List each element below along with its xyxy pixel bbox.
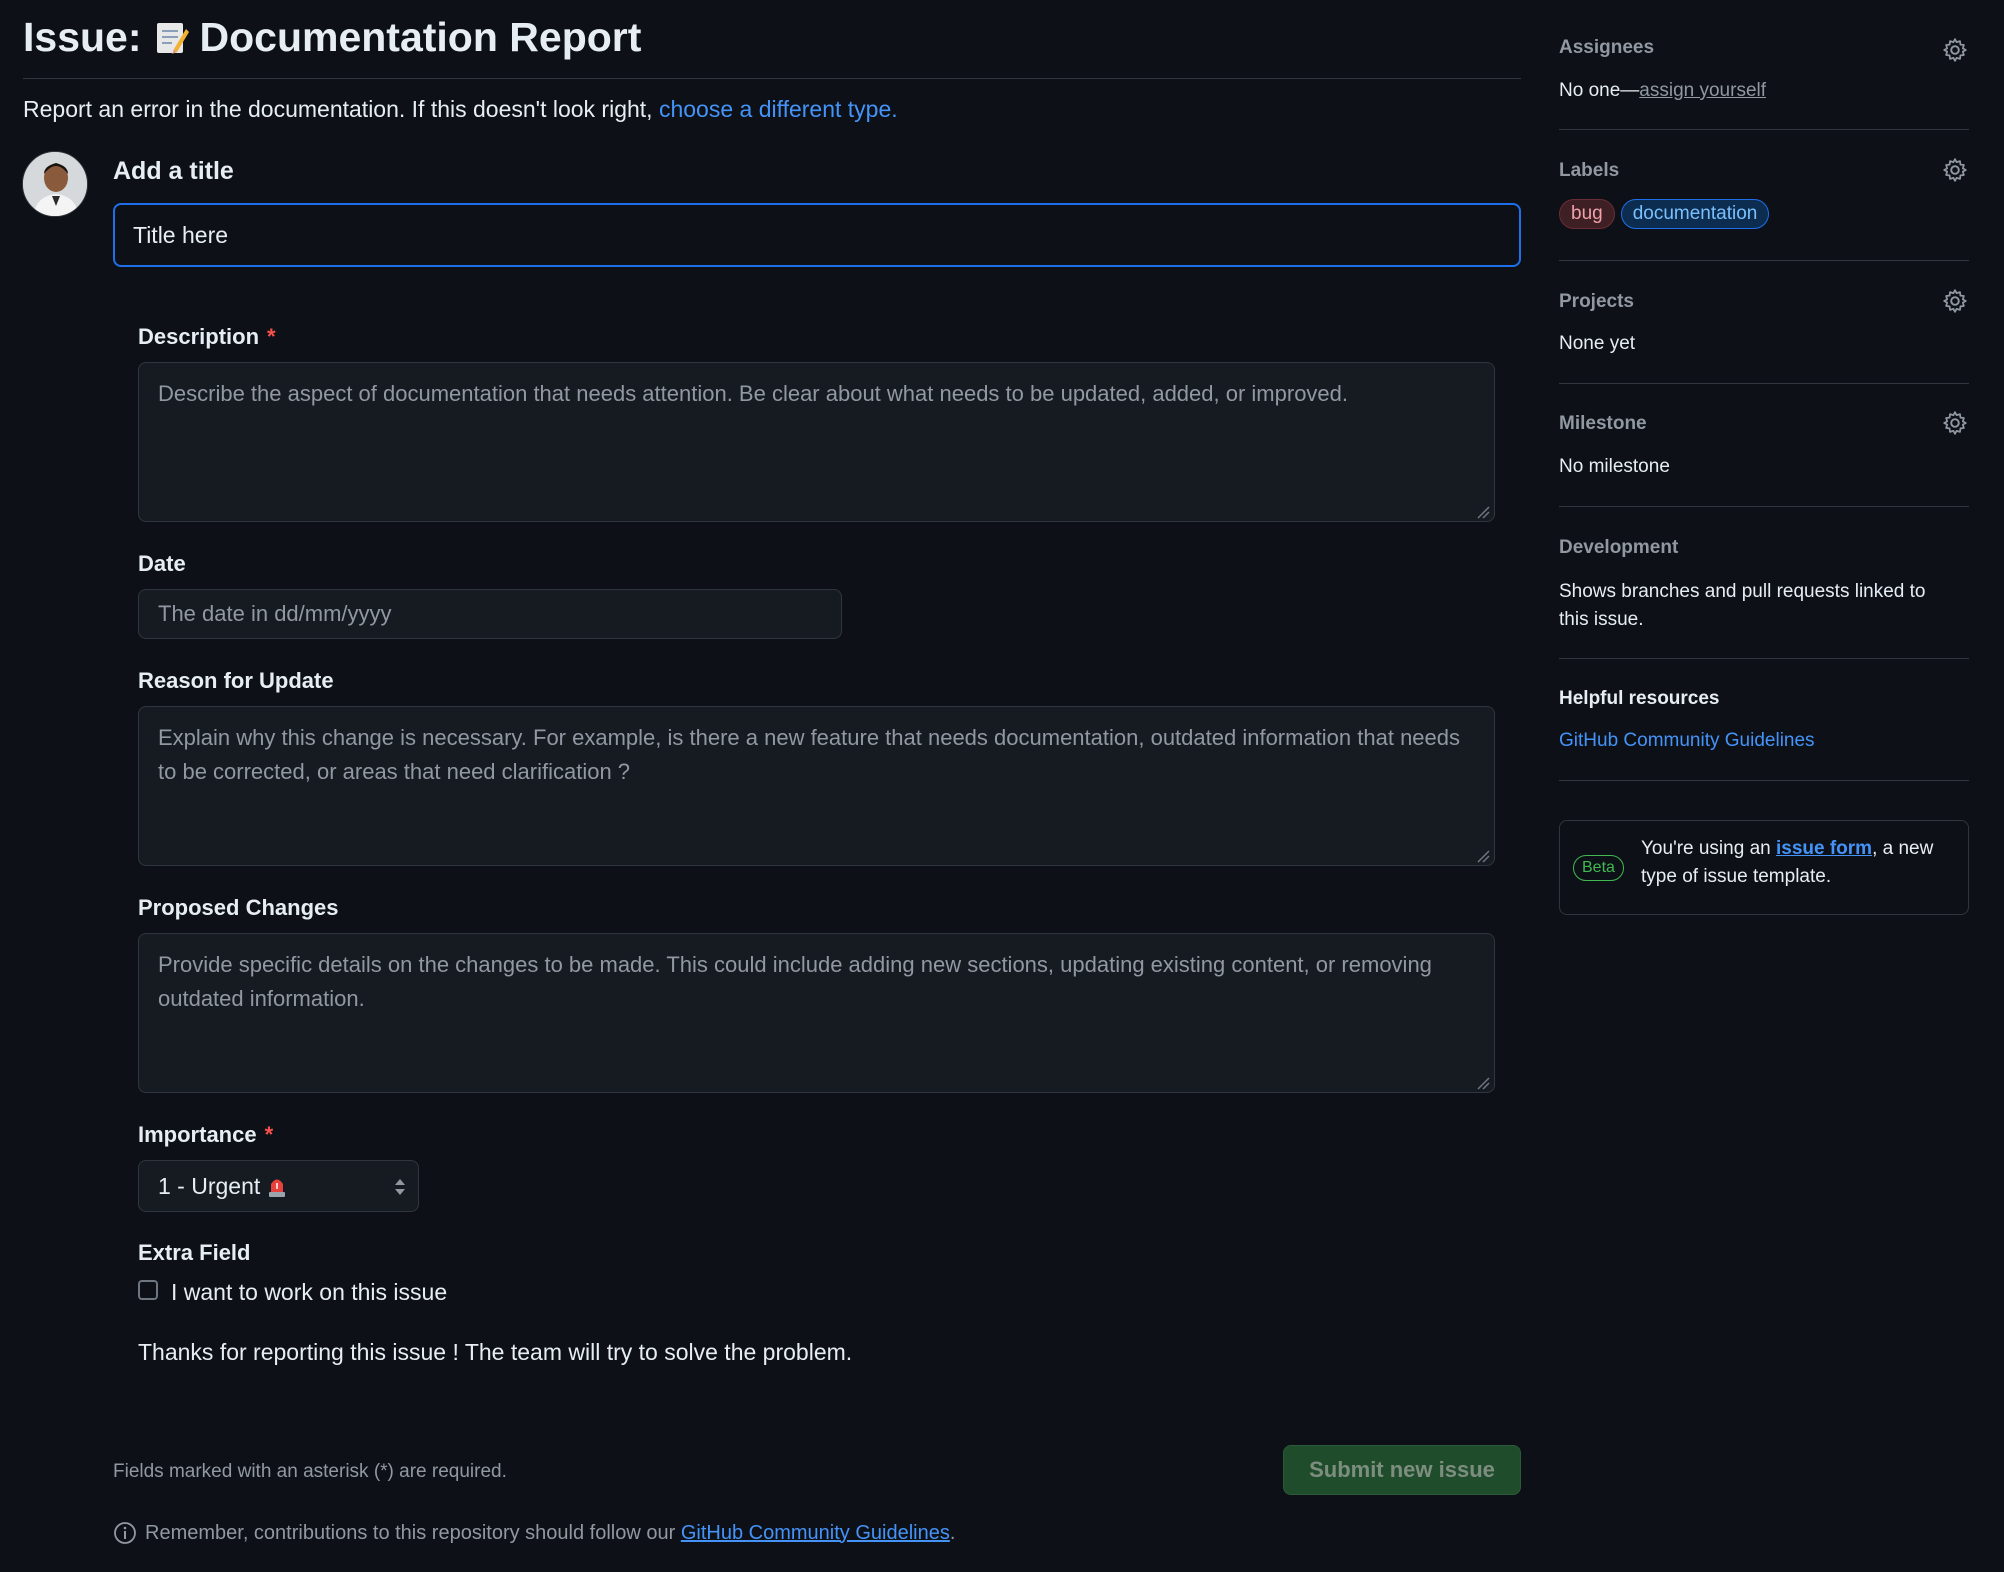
community-guidelines-link[interactable]: GitHub Community Guidelines [681,1522,950,1544]
label-documentation[interactable]: documentation [1620,199,1770,229]
guidelines-suffix: . [949,1521,956,1544]
labels-heading: Labels [1559,160,1620,181]
subtitle: Report an error in the documentation. If… [23,96,898,123]
sidebar-divider [1559,383,1969,384]
projects-value: None yet [1559,333,1636,354]
milestone-value: No milestone [1559,456,1670,477]
sidebar-divider [1559,129,1969,130]
title-prefix: Issue: [23,14,142,60]
extra-field-label: Extra Field [138,1240,251,1265]
siren-icon [268,1175,286,1197]
milestone-heading: Milestone [1559,413,1647,434]
resize-handle-icon[interactable] [1476,1076,1490,1090]
guidelines-prefix: Remember, contributions to this reposito… [145,1521,676,1544]
sidebar-guidelines-link[interactable]: GitHub Community Guidelines [1559,730,1815,752]
checkbox-label[interactable]: I want to work on this issue [171,1279,447,1306]
choose-different-type-link[interactable]: choose a different type. [659,96,898,122]
info-icon [114,1522,136,1544]
required-asterisk: * [264,1122,274,1147]
development-line-2: this issue. [1559,609,1644,630]
description-textarea[interactable] [138,362,1495,522]
title-text: Documentation Report [199,14,642,60]
reason-textarea[interactable] [138,706,1495,866]
beta-text: You're using an issue form, a new type o… [1641,835,1961,891]
resize-handle-icon[interactable] [1476,849,1490,863]
projects-gear-icon[interactable] [1942,288,1968,314]
helpful-resources-heading: Helpful resources [1559,688,1720,709]
sidebar-divider [1559,658,1969,659]
reason-label: Reason for Update [138,668,334,693]
work-on-issue-checkbox[interactable] [138,1280,158,1300]
proposed-changes-label: Proposed Changes [138,895,339,920]
sidebar-divider [1559,506,1969,507]
date-label: Date [138,551,186,576]
assignees-gear-icon[interactable] [1942,37,1968,63]
beta-badge: Beta [1573,855,1624,881]
development-heading: Development [1559,537,1679,558]
add-title-label: Add a title [113,157,234,185]
assignees-value: No one—assign yourself [1559,80,1766,102]
date-input[interactable] [138,589,842,639]
proposed-changes-textarea[interactable] [138,933,1495,1093]
milestone-gear-icon[interactable] [1942,410,1968,436]
sidebar-divider [1559,780,1969,781]
select-arrows-icon [395,1179,405,1195]
thanks-text: Thanks for reporting this issue ! The te… [138,1339,853,1365]
importance-label: Importance * [138,1122,273,1148]
importance-label-text: Importance [138,1122,257,1147]
required-footnote: Fields marked with an asterisk (*) are r… [113,1461,507,1482]
resize-handle-icon[interactable] [1476,505,1490,519]
submit-new-issue-button[interactable]: Submit new issue [1283,1445,1521,1495]
beta-text-prefix: You're using an [1641,838,1776,859]
assignees-none-text: No one— [1559,80,1640,101]
label-bug[interactable]: bug [1559,199,1615,229]
development-line-1: Shows branches and pull requests linked … [1559,581,1926,602]
description-label-text: Description [138,324,260,349]
subtitle-text: Report an error in the documentation. If… [23,96,653,122]
issue-form-link[interactable]: issue form [1776,838,1872,859]
sidebar-divider [1559,260,1969,261]
labels-gear-icon[interactable] [1942,157,1968,183]
projects-heading: Projects [1559,291,1634,312]
assignees-heading: Assignees [1559,37,1655,58]
labels-list: bug documentation [1559,199,1770,229]
importance-select[interactable]: 1 - Urgent [138,1160,419,1212]
importance-selected-value: 1 - Urgent [158,1172,261,1199]
required-asterisk: * [267,324,276,349]
page-title: Issue: Documentation Report [23,14,641,61]
title-divider [23,78,1521,79]
avatar [22,151,88,217]
guidelines-note: Remember, contributions to this reposito… [113,1521,955,1545]
development-value: Shows branches and pull requests linked … [1559,578,1926,634]
description-label: Description * [138,324,276,350]
assign-yourself-link[interactable]: assign yourself [1639,80,1766,101]
title-input[interactable] [113,203,1521,267]
memo-icon [152,19,190,57]
